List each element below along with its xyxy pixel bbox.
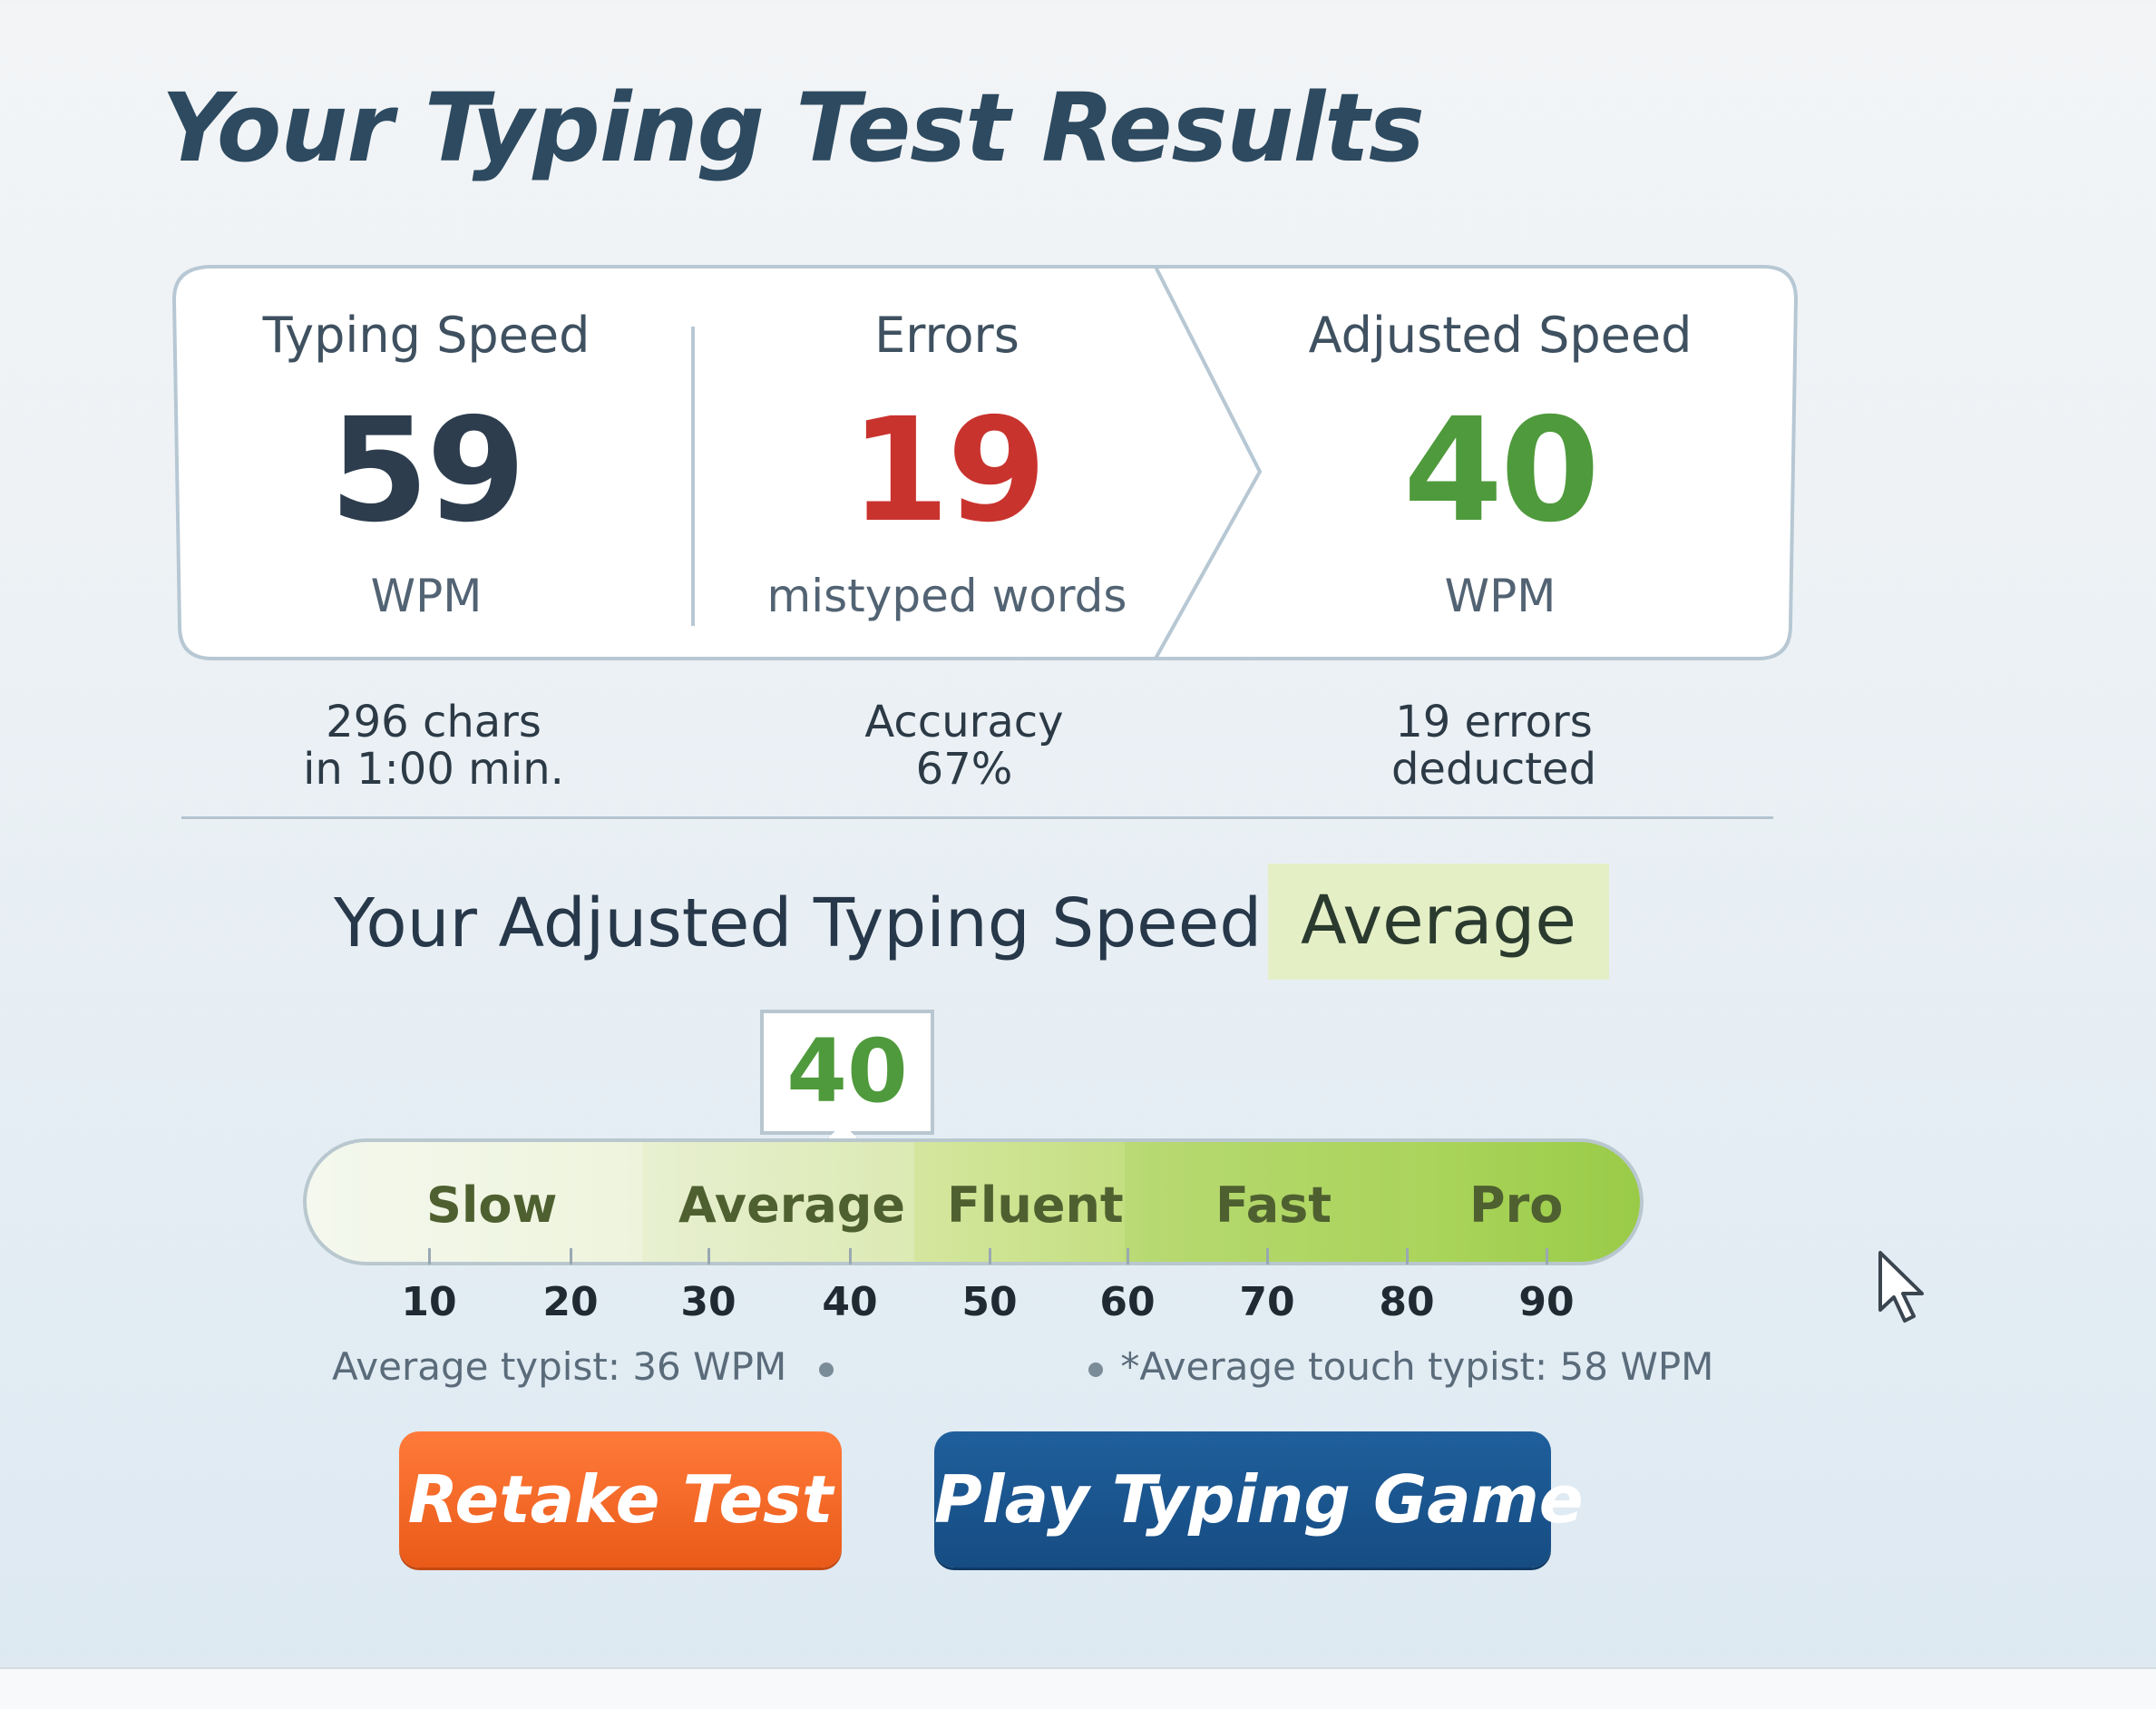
average-touch-typist-note: *Average touch typist: 58 WPM: [1088, 1344, 1713, 1389]
play-typing-game-button[interactable]: Play Typing Game: [934, 1431, 1584, 1567]
tick-70: [1266, 1248, 1269, 1265]
average-touch-typist-text: *Average touch typist: 58 WPM: [1120, 1344, 1714, 1389]
segment-fluent: Fluent: [914, 1142, 1125, 1262]
errors-deducted-count: 19 errors: [1395, 697, 1593, 747]
adjusted-speed-value: 40: [1403, 387, 1600, 554]
tick-60: [1127, 1248, 1129, 1265]
retake-test-button[interactable]: Retake Test: [399, 1431, 842, 1567]
mouse-cursor-icon: [1878, 1251, 1924, 1323]
average-typist-dot-icon: [818, 1362, 834, 1377]
tick-label: 40: [822, 1279, 878, 1325]
speed-marker: 40: [760, 1010, 934, 1135]
adjusted-speed-unit: WPM: [1444, 570, 1556, 622]
adjusted-speed-label: Adjusted Speed: [1308, 307, 1693, 364]
accuracy-label: Accuracy: [864, 697, 1064, 747]
segment-average-label: Average: [678, 1177, 906, 1234]
page-bottom-edge: [0, 1667, 2156, 1709]
tick-50: [989, 1248, 991, 1265]
tick-80: [1406, 1248, 1409, 1265]
segment-fluent-label: Fluent: [947, 1177, 1124, 1234]
tick-label: 70: [1239, 1279, 1295, 1325]
typing-speed-label: Typing Speed: [262, 307, 590, 364]
typing-speed-detail: 296 chars in 1:00 min.: [207, 698, 660, 793]
page-title: Your Typing Test Results: [161, 73, 1425, 183]
tick-label: 90: [1518, 1279, 1575, 1325]
tick-label: 20: [542, 1279, 599, 1325]
deduction-detail: 19 errors deducted: [1267, 698, 1721, 793]
tick-30: [707, 1248, 710, 1265]
segment-fast-label: Fast: [1215, 1177, 1332, 1234]
segment-average: Average: [642, 1142, 914, 1262]
tick-10: [428, 1248, 431, 1265]
tick-label: 30: [680, 1279, 737, 1325]
average-touch-typist-dot-icon: [1088, 1362, 1103, 1377]
verdict-level-badge: Average: [1268, 864, 1609, 980]
errors-value: 19: [850, 387, 1047, 554]
segment-pro-label: Pro: [1469, 1177, 1564, 1234]
tick-label: 80: [1379, 1279, 1435, 1325]
tick-40: [849, 1248, 852, 1265]
average-typist-note: Average typist: 36 WPM: [332, 1344, 834, 1389]
segment-slow: Slow: [307, 1142, 642, 1262]
chars-count: 296 chars: [326, 697, 541, 747]
speed-scale: Slow Average Fluent Fast Pro: [303, 1138, 1644, 1265]
tick-label: 60: [1099, 1279, 1156, 1325]
segment-fast: Fast: [1125, 1142, 1400, 1262]
accuracy-detail: Accuracy 67%: [737, 698, 1191, 793]
speed-scale-bar: Slow Average Fluent Fast Pro: [303, 1138, 1644, 1265]
tick-90: [1546, 1248, 1548, 1265]
duration: in 1:00 min.: [303, 744, 564, 795]
errors-deducted-label: deducted: [1390, 744, 1597, 795]
segment-pro: Pro: [1400, 1142, 1640, 1262]
tick-label: 50: [961, 1279, 1018, 1325]
typing-speed-value: 59: [329, 387, 526, 554]
errors-unit: mistyped words: [766, 570, 1127, 622]
divider: [181, 816, 1773, 819]
errors-label: Errors: [874, 307, 1019, 364]
verdict-text: Your Adjusted Typing Speed is: [334, 884, 1337, 962]
tick-label: 10: [401, 1279, 457, 1325]
average-typist-text: Average typist: 36 WPM: [332, 1344, 787, 1389]
segment-slow-label: Slow: [426, 1177, 558, 1234]
typing-speed-unit: WPM: [370, 570, 483, 622]
tick-20: [570, 1248, 572, 1265]
accuracy-value: 67%: [915, 744, 1013, 795]
